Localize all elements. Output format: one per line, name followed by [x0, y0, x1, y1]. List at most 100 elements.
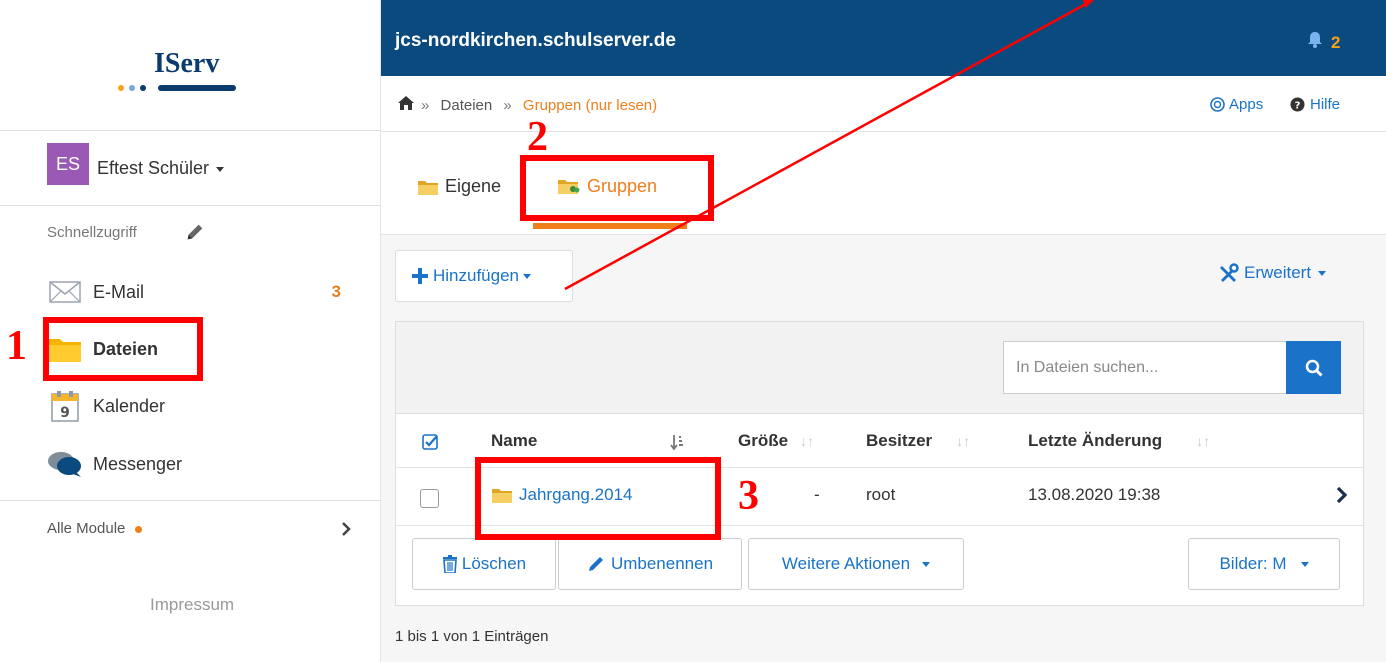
advanced-button[interactable]: Erweitert — [1219, 263, 1327, 283]
help-icon: ? — [1290, 97, 1305, 112]
active-tab-indicator — [533, 223, 687, 229]
logo-underline — [158, 85, 236, 91]
sidebar-item-label: E-Mail — [93, 281, 145, 302]
more-actions-button[interactable]: Weitere Aktionen — [748, 538, 964, 590]
pencil-icon — [588, 557, 603, 571]
top-bar: jcs-nordkirchen.schulserver.de 2 — [381, 0, 1386, 76]
breadcrumb-item-groups[interactable]: Gruppen (nur lesen) — [523, 97, 657, 114]
caret-down-icon — [922, 561, 931, 567]
add-button[interactable]: Hinzufügen — [395, 250, 573, 302]
apps-link[interactable]: Apps — [1210, 96, 1263, 113]
logo-text: IServ — [154, 48, 220, 79]
logo-dot — [140, 85, 146, 91]
image-size-button[interactable]: Bilder: M — [1188, 538, 1340, 590]
sidebar-item-calendar[interactable]: 9 Kalender — [47, 386, 357, 426]
plus-icon — [412, 268, 428, 284]
add-button-label: Hinzufügen — [433, 266, 520, 285]
chevron-right-icon[interactable] — [340, 520, 352, 538]
folder-icon — [418, 180, 438, 195]
search-input[interactable] — [1003, 341, 1286, 394]
annotation-number-2: 2 — [527, 114, 548, 160]
notification-count[interactable]: 2 — [1331, 33, 1340, 53]
image-size-label: Bilder: M — [1219, 554, 1287, 573]
breadcrumb: » Dateien » Gruppen (nur lesen) — [421, 97, 657, 114]
avatar: ES — [47, 143, 89, 185]
sidebar-item-label: Messenger — [93, 453, 183, 474]
breadcrumb-separator: » — [421, 97, 430, 114]
pencil-icon[interactable] — [184, 221, 206, 243]
tools-icon — [1220, 263, 1239, 282]
logo-dot — [118, 85, 124, 91]
sort-asc-icon[interactable] — [670, 434, 684, 450]
chevron-right-icon[interactable] — [1336, 485, 1348, 505]
caret-down-icon — [1300, 561, 1309, 567]
imprint-link[interactable]: Impressum — [150, 595, 234, 615]
caret-down-icon — [523, 273, 532, 279]
sidebar-item-label: Kalender — [93, 395, 166, 416]
sort-icon: ↓↑ — [956, 433, 971, 449]
bell-icon[interactable] — [1307, 31, 1323, 48]
svg-text:?: ? — [1295, 101, 1301, 112]
calendar-icon: 9 — [47, 391, 83, 422]
sidebar-item-messenger[interactable]: Messenger — [47, 444, 357, 484]
file-owner: root — [866, 485, 896, 504]
annotation-box-groups-tab — [520, 155, 714, 221]
tab-label: Eigene — [445, 176, 502, 196]
all-modules-link[interactable]: Alle Module — [47, 520, 143, 537]
apps-label: Apps — [1229, 96, 1264, 113]
column-label: Name — [491, 431, 538, 450]
help-label: Hilfe — [1310, 96, 1341, 113]
trash-icon — [442, 555, 457, 573]
caret-down-icon — [1318, 270, 1327, 276]
chat-icon — [47, 449, 83, 479]
user-name[interactable]: Eftest Schüler — [97, 158, 225, 179]
main-content: Hinzufügen Erweitert Name Größe ↓↑ Besit — [381, 235, 1386, 662]
annotation-number-1: 1 — [6, 323, 27, 369]
column-size[interactable]: Größe ↓↑ — [738, 431, 814, 451]
search-button[interactable] — [1286, 341, 1341, 394]
all-modules-label: Alle Module — [47, 520, 126, 537]
new-indicator-dot — [135, 525, 143, 533]
calendar-day-number: 9 — [60, 405, 70, 421]
sidebar-item-email[interactable]: E-Mail 3 — [47, 272, 357, 312]
mail-icon — [47, 277, 83, 307]
user-name-label: Eftest Schüler — [97, 158, 210, 178]
pagination-info: 1 bis 1 von 1 Einträgen — [395, 628, 549, 645]
user-menu[interactable]: ES Eftest Schüler — [0, 131, 381, 206]
unread-badge: 3 — [331, 282, 341, 301]
annotation-number-3: 3 — [738, 473, 759, 519]
search-icon — [1305, 359, 1323, 377]
more-actions-label: Weitere Aktionen — [781, 554, 911, 573]
breadcrumb-item-files[interactable]: Dateien — [441, 97, 493, 114]
sort-icon: ↓↑ — [1196, 433, 1211, 449]
quick-access-label: Schnellzugriff — [47, 224, 137, 241]
domain-title[interactable]: jcs-nordkirchen.schulserver.de — [395, 30, 676, 52]
rename-label: Umbenennen — [610, 554, 714, 573]
sort-icon: ↓↑ — [800, 433, 815, 449]
column-owner[interactable]: Besitzer ↓↑ — [866, 431, 970, 451]
column-label: Letzte Änderung — [1028, 431, 1163, 450]
column-modified[interactable]: Letzte Änderung ↓↑ — [1028, 431, 1210, 451]
divider — [0, 500, 381, 501]
panel-header — [396, 322, 1363, 414]
column-label: Besitzer — [866, 431, 933, 450]
tab-own[interactable]: Eigene — [417, 176, 501, 197]
logo-area[interactable]: IServ — [0, 0, 381, 131]
column-label: Größe — [738, 431, 789, 450]
rename-button[interactable]: Umbenennen — [558, 538, 742, 590]
apps-icon — [1210, 97, 1225, 112]
home-icon[interactable] — [397, 95, 415, 111]
annotation-box-files — [43, 317, 203, 381]
caret-down-icon — [216, 166, 225, 172]
row-checkbox[interactable] — [420, 489, 439, 508]
check-all-icon[interactable] — [422, 434, 438, 450]
delete-button[interactable]: Löschen — [412, 538, 556, 590]
help-link[interactable]: ? Hilfe — [1290, 96, 1340, 113]
column-name[interactable]: Name — [491, 431, 537, 451]
annotation-box-folder — [475, 457, 721, 540]
file-size: - — [814, 485, 820, 504]
advanced-label: Erweitert — [1244, 263, 1312, 282]
logo-dot — [129, 85, 135, 91]
delete-label: Löschen — [461, 554, 527, 573]
file-modified: 13.08.2020 19:38 — [1028, 485, 1161, 504]
